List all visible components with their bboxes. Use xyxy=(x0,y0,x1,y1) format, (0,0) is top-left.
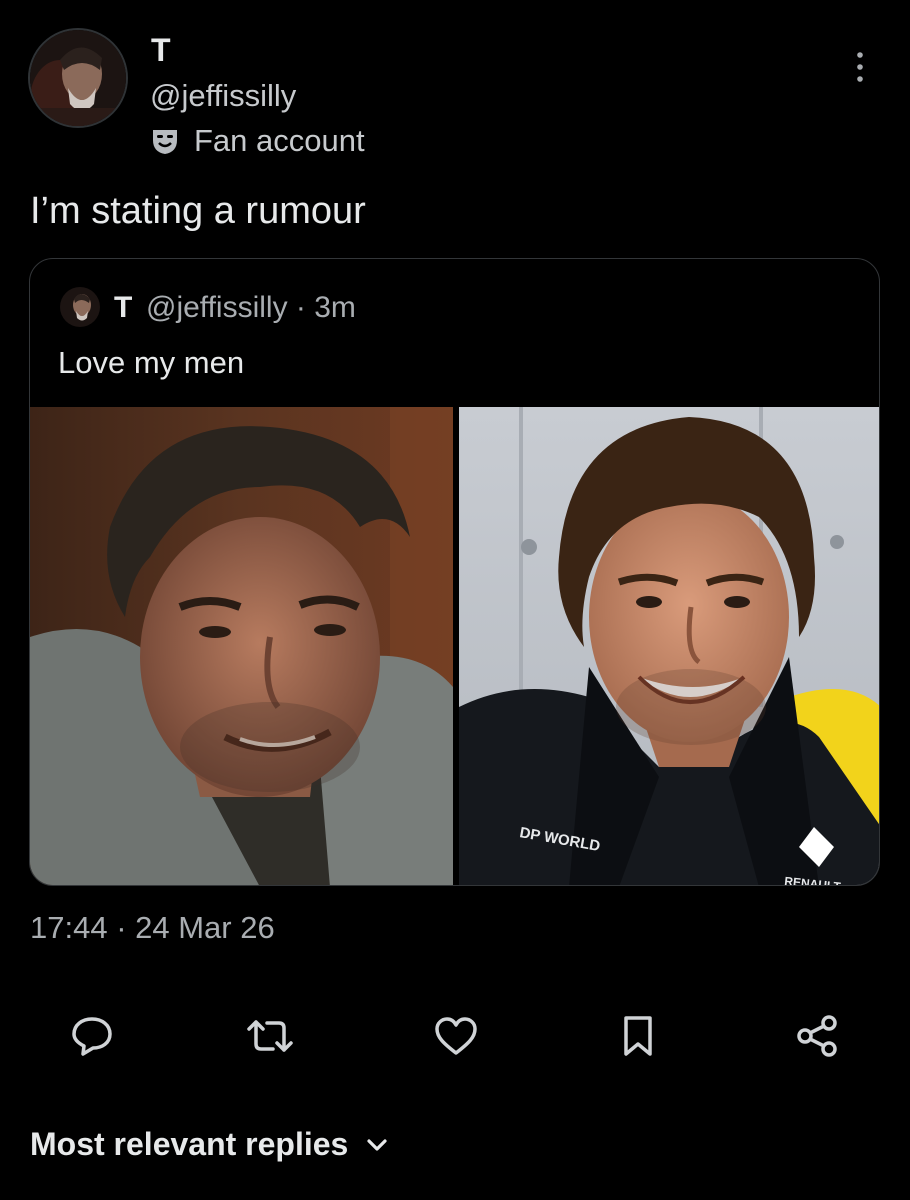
quoted-tweet-text: Love my men xyxy=(58,345,245,380)
quoted-tweet-card[interactable]: T @jeffissilly · 3m Love my men DP WORLD… xyxy=(29,258,880,886)
share-icon xyxy=(797,1015,837,1057)
more-options-icon[interactable] xyxy=(852,50,868,84)
reply-button[interactable] xyxy=(68,1012,116,1060)
tweet-text: I’m stating a rumour xyxy=(30,190,366,232)
retweet-icon xyxy=(247,1020,293,1052)
tweet-timestamp[interactable]: 17:44 · 24 Mar 26 xyxy=(30,910,275,946)
replies-sort-dropdown[interactable]: Most relevant replies xyxy=(30,1126,388,1163)
man-in-grey-shirt-smiling-photo xyxy=(30,407,453,885)
smiling-man-in-renault-team-jacket-photo: DP WORLD RENAULT xyxy=(459,407,879,885)
quoted-image-left[interactable] xyxy=(30,407,453,885)
retweet-button[interactable] xyxy=(246,1012,294,1060)
quoted-author-avatar xyxy=(60,287,100,327)
like-button[interactable] xyxy=(432,1012,480,1060)
replies-sort-label: Most relevant replies xyxy=(30,1126,349,1162)
fan-account-label: Fan account xyxy=(150,121,365,161)
author-handle[interactable]: @jeffissilly xyxy=(150,78,296,114)
fan-account-label-text: Fan account xyxy=(194,123,365,158)
theater-masks-icon xyxy=(153,130,177,154)
quoted-image-right[interactable]: DP WORLD RENAULT xyxy=(459,407,879,885)
author-display-name[interactable]: T xyxy=(151,32,171,69)
author-avatar[interactable] xyxy=(28,28,128,128)
quoted-handle-time: @jeffissilly · 3m xyxy=(146,291,356,324)
quoted-display-name: T xyxy=(114,291,133,324)
chevron-down-icon xyxy=(367,1138,387,1151)
author-avatar-image xyxy=(30,30,126,126)
heart-icon xyxy=(435,1017,477,1055)
reply-icon xyxy=(72,1017,112,1056)
bookmark-icon xyxy=(624,1016,652,1056)
share-button[interactable] xyxy=(794,1012,842,1060)
bookmark-button[interactable] xyxy=(614,1012,662,1060)
